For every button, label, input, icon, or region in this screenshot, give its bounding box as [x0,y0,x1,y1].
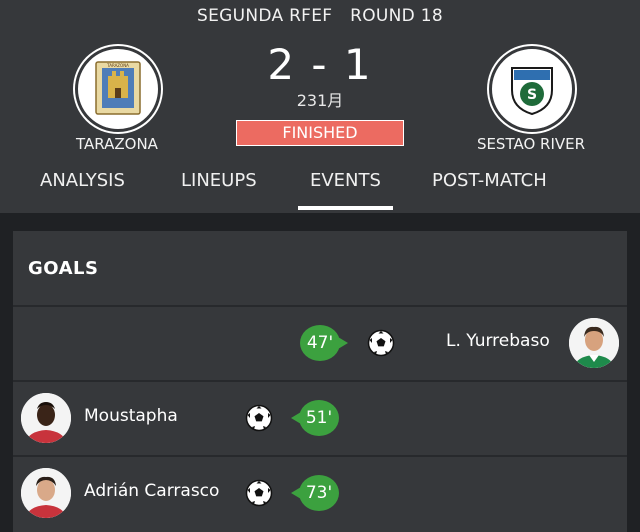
goal-event-row[interactable]: Adrián Carrasco 73' [13,455,627,530]
match-header: SEGUNDA RFEF ROUND 18 TARAZONA TARAZONA … [0,0,640,213]
away-team-name[interactable]: SESTAO RIVER [431,135,631,153]
match-date: 231月 [296,91,344,110]
goal-minute-badge: 51' [291,400,339,436]
goal-event-row[interactable]: 47' L. Yurrebaso [13,305,627,380]
player-photo-icon [21,468,71,518]
goal-scorer-name: Moustapha [84,406,178,426]
round-label: ROUND 18 [350,6,443,26]
home-team-crest[interactable]: TARAZONA [75,46,161,132]
competition-info: SEGUNDA RFEF ROUND 18 [0,6,640,26]
match-tabs: ANALYSIS LINEUPS EVENTS POST-MATCH [0,170,640,213]
goal-minute-badge: 47' [300,325,348,361]
sestao-crest-icon: S [511,67,553,116]
soccer-ball-icon [245,479,273,507]
svg-text:TARAZONA: TARAZONA [106,63,129,68]
player-photo-icon [21,393,71,443]
tarazona-crest-icon: TARAZONA [95,61,141,115]
goals-card: GOALS 47' L. Yurrebaso Moustapha 51' Adr… [13,231,627,532]
player-photo-icon [569,318,619,368]
tab-analysis[interactable]: ANALYSIS [40,170,125,210]
home-team-name[interactable]: TARAZONA [17,135,217,153]
goals-title: GOALS [28,258,99,279]
goal-scorer-name: Adrián Carrasco [84,481,220,501]
svg-text:S: S [527,87,537,103]
match-status-badge: FINISHED [236,120,404,146]
tab-events[interactable]: EVENTS [298,170,393,210]
competition-name: SEGUNDA RFEF [196,6,333,26]
goal-minute-badge: 73' [291,475,339,511]
goal-event-row[interactable]: Moustapha 51' [13,380,627,455]
away-team-crest[interactable]: S [489,46,575,132]
player-avatar [21,393,71,443]
score: 2 - 1 [267,40,373,89]
player-avatar [21,468,71,518]
tab-lineups[interactable]: LINEUPS [181,170,257,210]
tab-post-match[interactable]: POST-MATCH [432,170,547,210]
goal-scorer-name: L. Yurrebaso [446,331,550,351]
soccer-ball-icon [245,404,273,432]
player-avatar [569,318,619,368]
soccer-ball-icon [367,329,395,357]
